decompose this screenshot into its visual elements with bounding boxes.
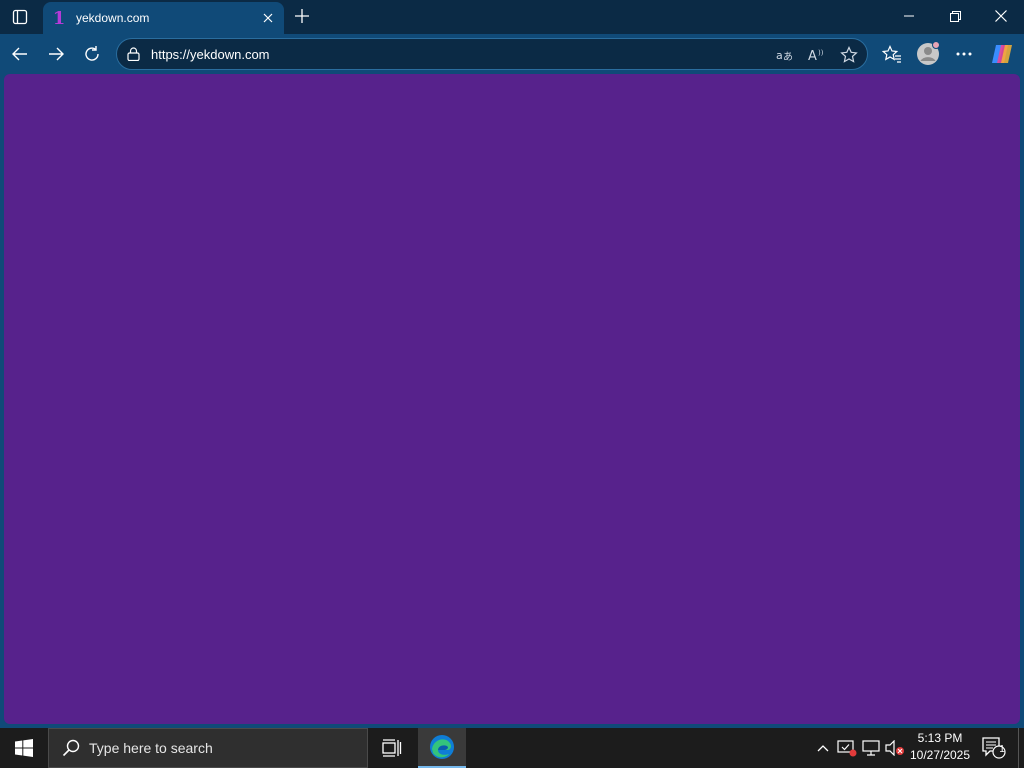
- close-icon: [995, 10, 1007, 22]
- minimize-icon: [904, 15, 914, 17]
- favorites-icon: [882, 45, 901, 63]
- edge-taskbar-button[interactable]: [418, 728, 466, 768]
- tab-actions-button[interactable]: [6, 4, 34, 30]
- copilot-button[interactable]: [986, 38, 1018, 70]
- volume-muted-icon: [885, 740, 904, 756]
- title-bar: 1 yekdown.com: [0, 0, 1024, 34]
- search-icon: [59, 736, 83, 760]
- more-options-button[interactable]: [948, 38, 980, 70]
- page-content[interactable]: [4, 74, 1020, 724]
- windows-icon: [15, 739, 33, 757]
- tray-overflow-button[interactable]: [812, 736, 834, 760]
- search-placeholder: Type here to search: [89, 740, 213, 756]
- read-aloud-icon[interactable]: A)): [805, 43, 829, 67]
- lock-icon[interactable]: [125, 46, 141, 62]
- tab-actions-icon: [12, 9, 28, 25]
- task-view-icon: [382, 739, 402, 757]
- viewport-frame: [0, 74, 1024, 728]
- svg-text:a: a: [776, 49, 783, 62]
- taskbar: Type here to search 5:13 PM 10/27/2025 1: [0, 728, 1024, 768]
- svg-text:)): )): [818, 49, 824, 57]
- notifications-button[interactable]: 1: [980, 734, 1008, 762]
- svg-text:あ: あ: [783, 51, 793, 62]
- tab-close-button[interactable]: [256, 6, 280, 30]
- new-tab-button[interactable]: [290, 4, 314, 28]
- notification-count: 1: [999, 744, 1005, 755]
- volume-tray-button[interactable]: [884, 736, 906, 760]
- taskbar-search[interactable]: Type here to search: [48, 728, 368, 768]
- favicon-glyph: 1: [52, 7, 66, 29]
- profile-avatar: [917, 41, 940, 65]
- back-icon: [12, 47, 27, 61]
- chevron-up-icon: [817, 745, 829, 752]
- address-bar[interactable]: https://yekdown.com aあ A)): [116, 38, 868, 70]
- network-icon: [862, 740, 880, 756]
- site-favicon-icon: 1: [51, 7, 67, 29]
- restore-icon: [949, 10, 961, 22]
- profile-button[interactable]: [912, 38, 944, 70]
- plus-icon: [295, 9, 309, 23]
- security-tray-button[interactable]: [836, 736, 858, 760]
- copilot-icon: [992, 45, 1012, 63]
- task-view-button[interactable]: [368, 728, 416, 768]
- show-desktop-button[interactable]: [1018, 728, 1024, 768]
- security-alert-icon: [837, 740, 857, 757]
- favorite-star-icon[interactable]: [837, 43, 861, 67]
- close-icon: [263, 13, 273, 23]
- forward-button[interactable]: [40, 38, 72, 70]
- edge-icon: [430, 735, 454, 759]
- clock-date: 10/27/2025: [909, 748, 971, 762]
- start-button[interactable]: [0, 728, 48, 768]
- forward-icon: [49, 47, 64, 61]
- tab-active[interactable]: 1 yekdown.com: [43, 2, 284, 34]
- browser-toolbar: https://yekdown.com aあ A)): [0, 34, 1024, 74]
- translate-icon[interactable]: aあ: [773, 43, 797, 67]
- svg-text:A: A: [808, 49, 817, 62]
- system-clock[interactable]: 5:13 PM 10/27/2025: [904, 730, 976, 766]
- more-icon: [956, 52, 972, 56]
- url-text[interactable]: https://yekdown.com: [151, 47, 270, 62]
- favorites-button[interactable]: [876, 38, 908, 70]
- minimize-button[interactable]: [886, 0, 932, 32]
- refresh-button[interactable]: [76, 38, 108, 70]
- network-tray-button[interactable]: [860, 736, 882, 760]
- close-window-button[interactable]: [978, 0, 1024, 32]
- back-button[interactable]: [4, 38, 36, 70]
- tab-title: yekdown.com: [76, 11, 150, 25]
- refresh-icon: [85, 46, 99, 61]
- clock-time: 5:13 PM: [917, 731, 963, 745]
- restore-button[interactable]: [932, 0, 978, 32]
